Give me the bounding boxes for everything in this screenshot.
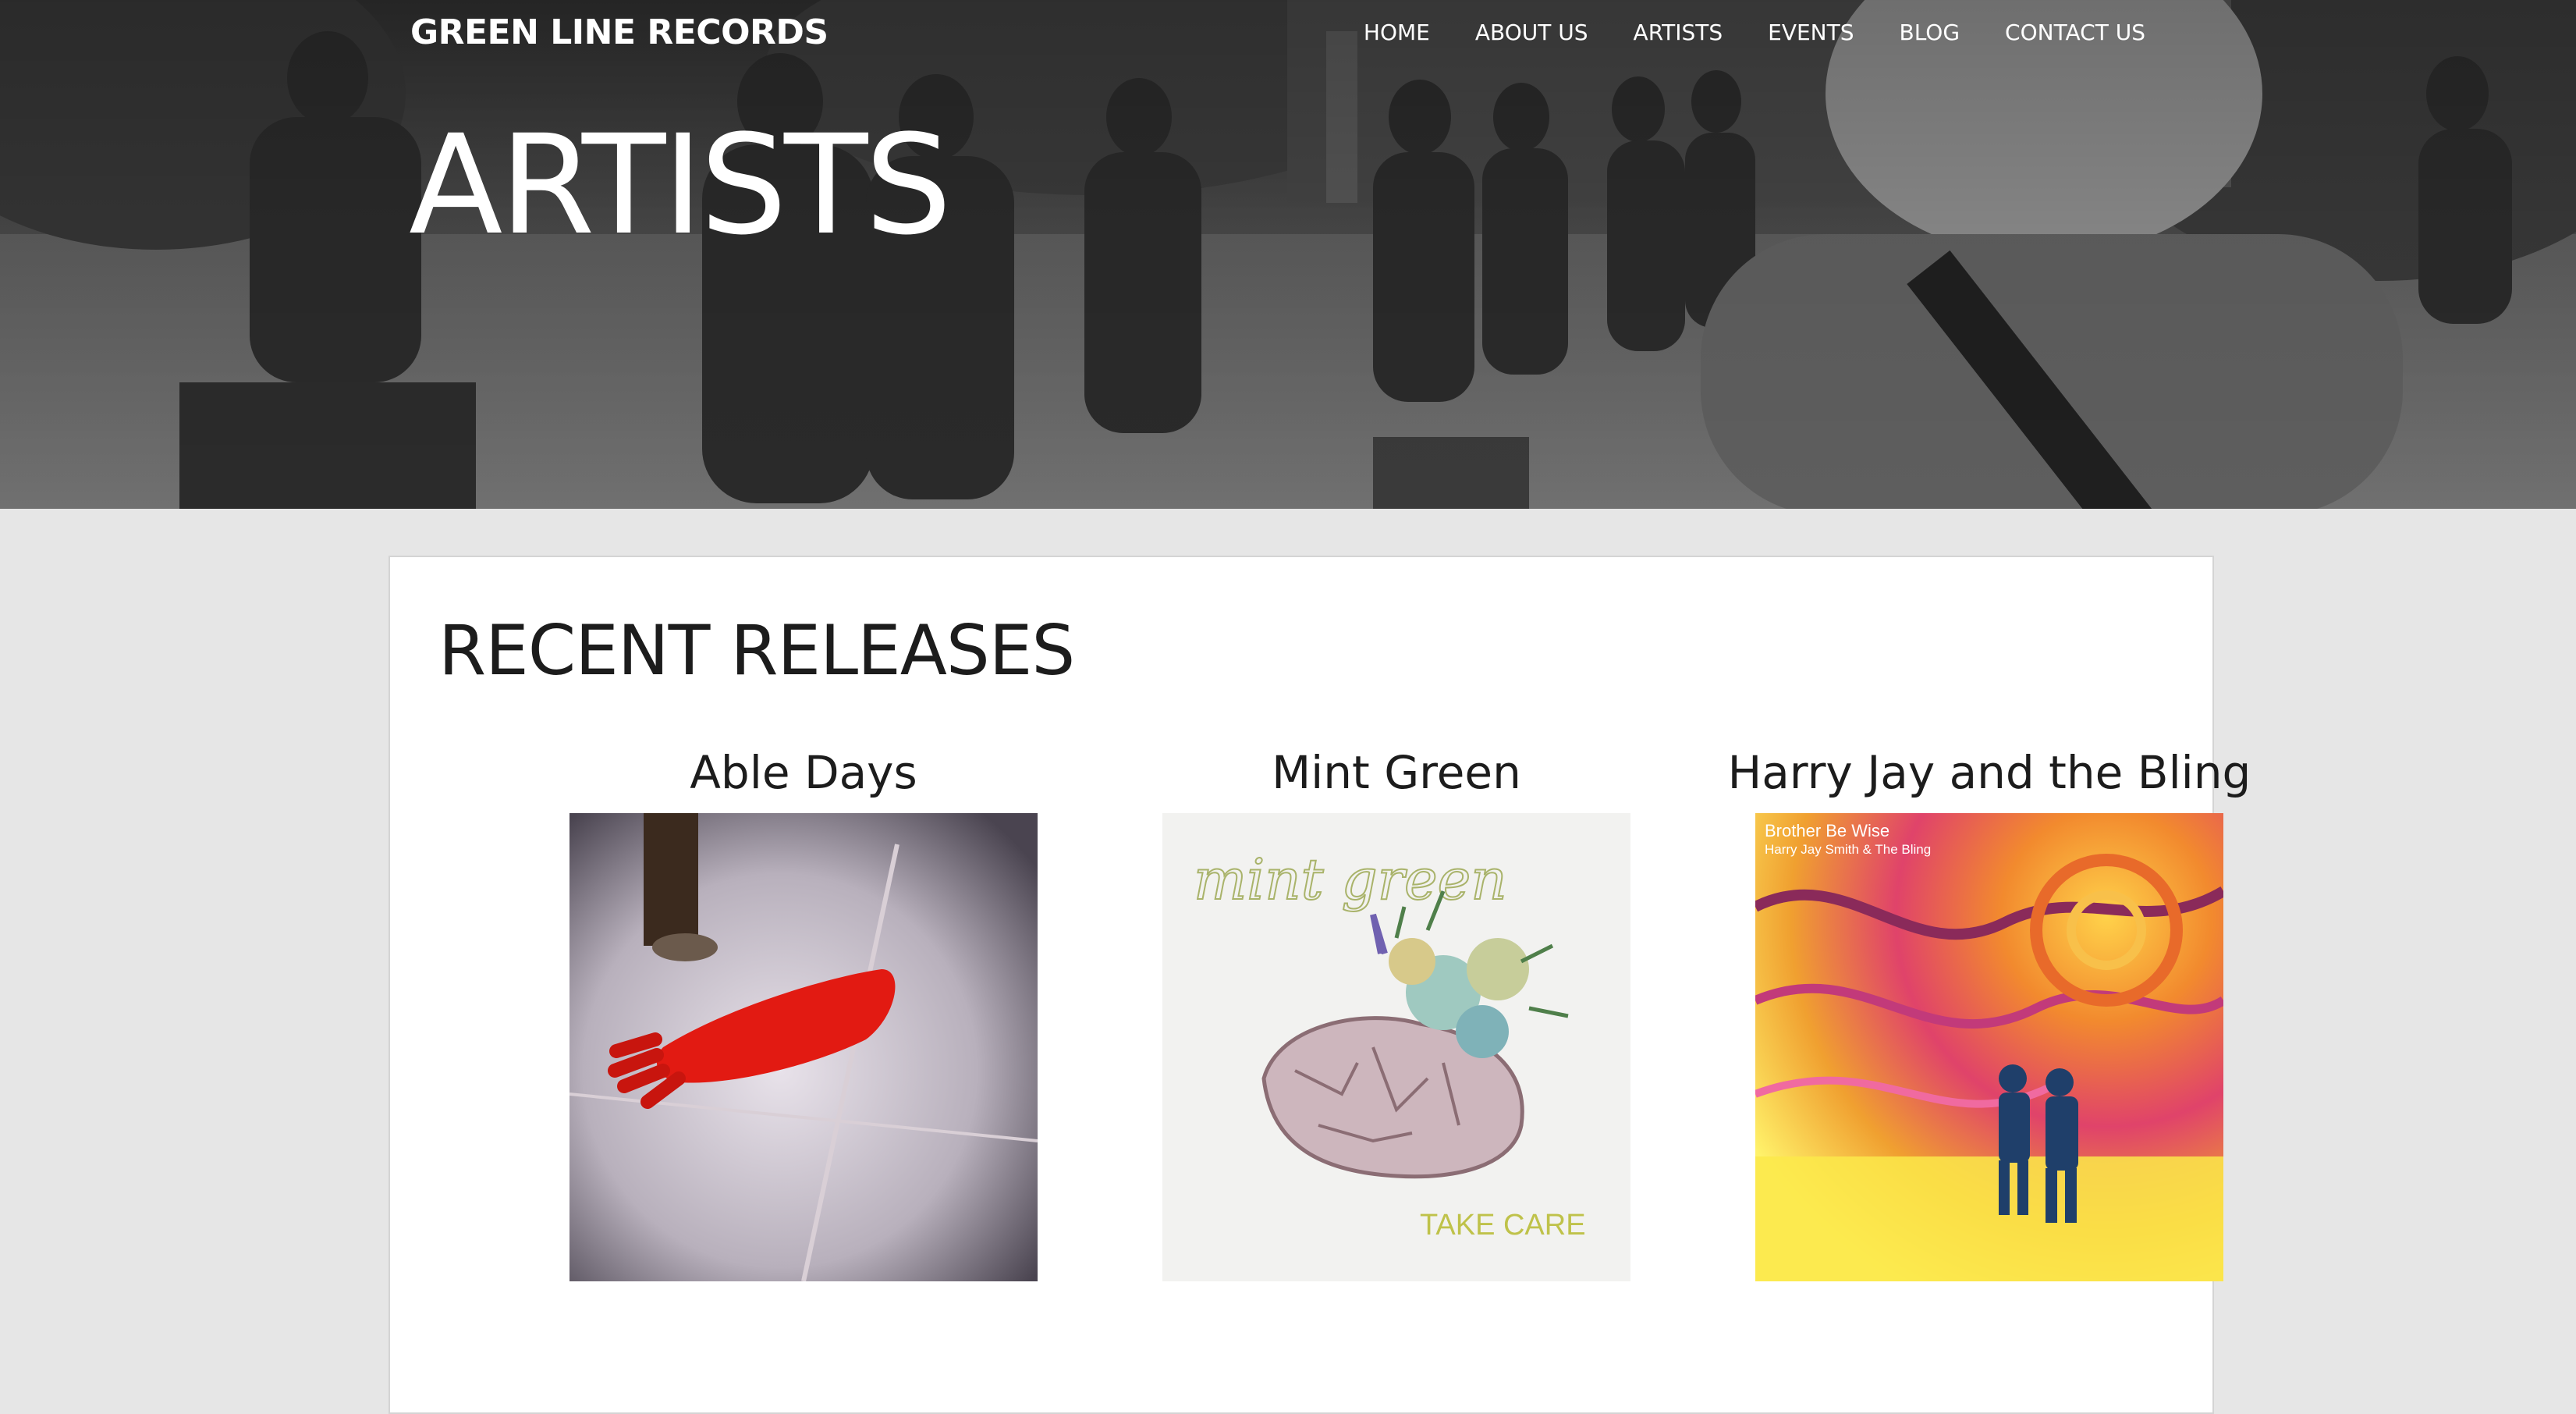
cover-script-text: mint green <box>1194 847 1507 912</box>
album-cover-image[interactable]: Brother Be Wise Harry Jay Smith & The Bl… <box>1755 813 2223 1281</box>
release-artist-name[interactable]: Harry Jay and the Bling <box>1693 743 2286 802</box>
nav-blog[interactable]: BLOG <box>1877 17 1983 48</box>
album-cover-image[interactable]: mint green TAKE CARE <box>1162 813 1630 1281</box>
nav-about-us[interactable]: ABOUT US <box>1453 17 1611 48</box>
nav-contact-us[interactable]: CONTACT US <box>1982 17 2145 48</box>
cover-caption-text: TAKE CARE <box>1420 1209 1586 1242</box>
release-artist-name[interactable]: Able Days <box>507 743 1100 802</box>
nav-home[interactable]: HOME <box>1341 17 1453 48</box>
recent-releases-card: RECENT RELEASES Able Days Mint Green min… <box>389 556 2251 1414</box>
section-title: RECENT RELEASES <box>438 610 1075 691</box>
page-title: ARTISTS <box>409 105 952 265</box>
release-card-mint-green[interactable]: Mint Green mint green TAKE CARE <box>1100 743 1693 1281</box>
nav-events[interactable]: EVENTS <box>1745 17 1876 48</box>
cover-title-text: Brother Be Wise <box>1765 821 1889 840</box>
cover-artist-text: Harry Jay Smith & The Bling <box>1765 842 1931 857</box>
hero-overlay <box>0 0 2576 509</box>
album-cover-image[interactable] <box>569 813 1038 1281</box>
site-logo[interactable]: GREEN LINE RECORDS <box>410 11 829 55</box>
release-card-able-days[interactable]: Able Days <box>507 743 1100 1281</box>
release-artist-name[interactable]: Mint Green <box>1100 743 1693 802</box>
nav-artists[interactable]: ARTISTS <box>1611 17 1746 48</box>
hero-banner: GREEN LINE RECORDS HOME ABOUT US ARTISTS… <box>0 0 2576 509</box>
release-card-harry-jay[interactable]: Harry Jay and the Bling Brother Be Wise … <box>1693 743 2286 1281</box>
main-nav: HOME ABOUT US ARTISTS EVENTS BLOG CONTAC… <box>1341 17 2145 48</box>
